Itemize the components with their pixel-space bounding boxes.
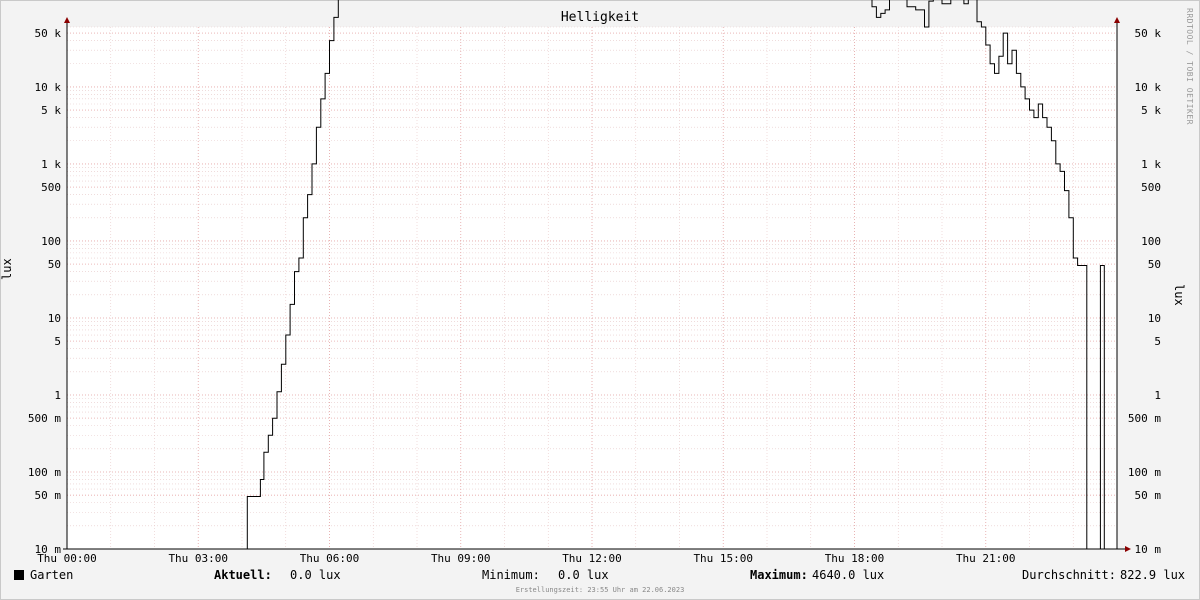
y-tick-label-left: 5 k <box>41 104 61 117</box>
legend-aktuell-label: Aktuell: <box>214 568 272 582</box>
y-tick-label-right: 5 k <box>1141 104 1161 117</box>
x-tick-label: Thu 15:00 <box>693 552 753 565</box>
x-tick-label: Thu 00:00 <box>37 552 97 565</box>
legend-series-name: Garten <box>30 568 74 582</box>
y-tick-label-right: 500 m <box>1128 412 1161 425</box>
y-tick-label-left: 50 k <box>35 27 62 40</box>
x-tick-label: Thu 06:00 <box>300 552 360 565</box>
y-tick-label-left: 5 <box>54 335 61 348</box>
y-tick-label-right: 100 <box>1141 235 1161 248</box>
legend-swatch-garten <box>14 570 24 580</box>
y-tick-label-left: 100 m <box>28 466 61 479</box>
y-tick-label-left: 1 k <box>41 158 61 171</box>
legend-minimum-label: Minimum: <box>482 568 540 582</box>
y-tick-label-left: 500 m <box>28 412 61 425</box>
y-tick-label-left: 10 <box>48 312 61 325</box>
y-axis-arrow-left <box>64 17 70 23</box>
creation-time-footer: Erstellungszeit: 23:55 Uhr am 22.06.2023 <box>515 586 685 594</box>
y-tick-label-right: 50 k <box>1135 27 1162 40</box>
legend-maximum-label: Maximum: <box>750 568 808 582</box>
y-tick-label-left: 1 <box>54 389 61 402</box>
x-tick-label: Thu 09:00 <box>431 552 491 565</box>
y-tick-label-right: 10 m <box>1135 543 1162 556</box>
y-tick-label-right: 10 k <box>1135 81 1162 94</box>
legend-maximum-value: 4640.0 lux <box>812 568 885 582</box>
y-tick-label-right: 5 <box>1154 335 1161 348</box>
legend-durchschnitt-label: Durchschnitt: <box>1022 568 1116 582</box>
legend-aktuell-value: 0.0 lux <box>290 568 341 582</box>
x-tick-label: Thu 03:00 <box>168 552 228 565</box>
y-tick-label-right: 50 m <box>1135 489 1162 502</box>
x-tick-label: Thu 21:00 <box>956 552 1016 565</box>
x-axis-arrow <box>1125 546 1131 552</box>
y-tick-label-left: 100 <box>41 235 61 248</box>
y-tick-label-right: 1 <box>1154 389 1161 402</box>
y-axis-arrow-right <box>1114 17 1120 23</box>
x-tick-label: Thu 12:00 <box>562 552 622 565</box>
legend-durchschnitt-value: 822.9 lux <box>1120 568 1186 582</box>
y-tick-label-right: 100 m <box>1128 466 1161 479</box>
y-tick-label-left: 50 m <box>35 489 62 502</box>
x-tick-label: Thu 18:00 <box>825 552 885 565</box>
y-tick-label-right: 10 <box>1148 312 1161 325</box>
line-chart: 10 m 10 m50 m 50 m100 m 100 m500 m 500 m1 15 5… <box>28 0 1162 565</box>
y-tick-label-left: 50 <box>48 258 61 271</box>
y-tick-label-left: 10 k <box>35 81 62 94</box>
y-tick-label-right: 1 k <box>1141 158 1161 171</box>
y-tick-label-right: 50 <box>1148 258 1161 271</box>
legend-minimum-value: 0.0 lux <box>558 568 609 582</box>
y-tick-label-right: 500 <box>1141 181 1161 194</box>
y-tick-label-left: 500 <box>41 181 61 194</box>
